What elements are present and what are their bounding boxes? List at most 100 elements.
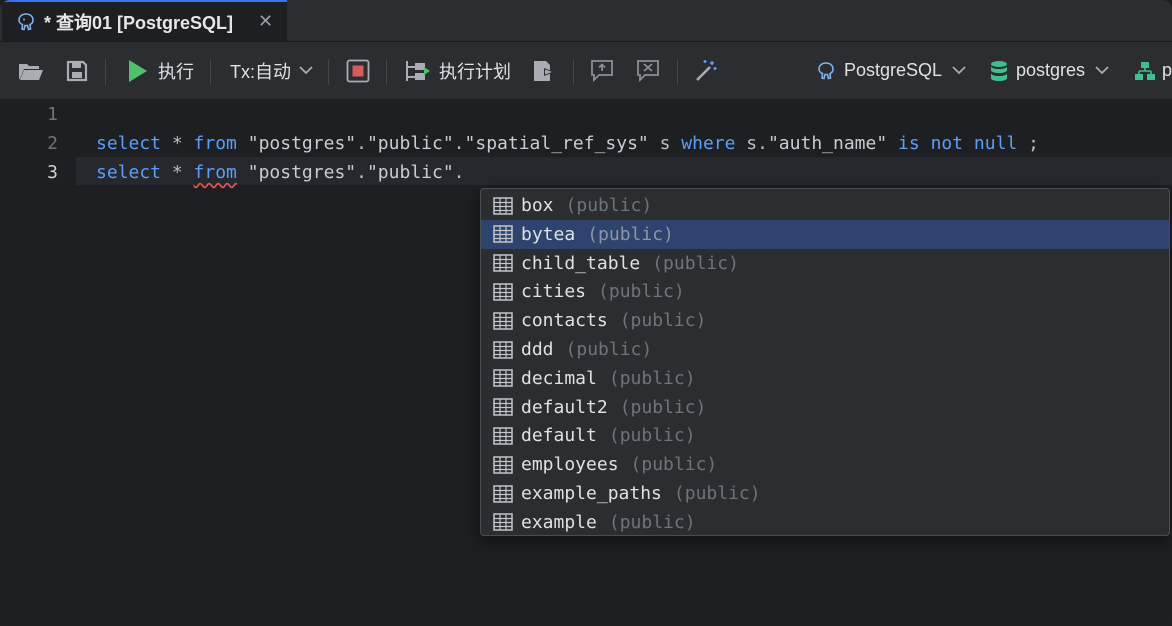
save-icon	[66, 60, 88, 81]
table-icon	[493, 340, 513, 359]
completion-item[interactable]: bytea (public)	[481, 219, 1169, 249]
completion-item-schema: (public)	[565, 339, 653, 360]
completion-item[interactable]: child_table (public)	[481, 249, 1169, 278]
chevron-down-icon	[299, 66, 313, 75]
datasource-selector[interactable]: PostgreSQL	[816, 42, 966, 99]
code-line-3[interactable]: select * from "postgres"."public".	[96, 162, 465, 183]
table-icon	[493, 369, 513, 388]
tx-mode-label: Tx:自动	[230, 61, 291, 82]
table-icon	[493, 484, 513, 503]
datasource-label: PostgreSQL	[844, 60, 943, 80]
completion-item[interactable]: ddd (public)	[481, 335, 1169, 364]
table-icon	[493, 254, 513, 272]
completion-item[interactable]: example (public)	[481, 508, 1169, 535]
completion-item-schema: (public)	[673, 483, 761, 504]
export-button[interactable]	[532, 42, 556, 99]
database-icon	[991, 60, 1007, 81]
completion-item[interactable]: default (public)	[481, 421, 1169, 450]
table-icon	[493, 398, 513, 416]
schema-icon	[1135, 61, 1155, 80]
uncomment-button[interactable]	[636, 42, 660, 99]
completion-item-schema: (public)	[619, 310, 707, 332]
completion-item-name: example_paths	[521, 483, 662, 504]
run-button[interactable]: 执行	[128, 42, 194, 99]
completion-item-schema: (public)	[565, 195, 653, 216]
completion-item-name: default2	[521, 396, 608, 418]
completion-item-name: default	[521, 425, 597, 447]
completion-item[interactable]: employees (public)	[481, 450, 1169, 479]
tab-bar: * 查询01 [PostgreSQL] ✕	[0, 0, 1172, 42]
postgresql-elephant-icon	[818, 61, 834, 79]
table-icon	[493, 311, 513, 330]
table-icon	[493, 455, 513, 474]
run-label: 执行	[158, 61, 194, 82]
toolbar-divider	[328, 59, 329, 85]
toolbar-divider	[677, 59, 678, 85]
line-number: 2	[47, 133, 58, 154]
tab-query01[interactable]: * 查询01 [PostgreSQL] ✕	[2, 0, 287, 41]
query-editor-window: * 查询01 [PostgreSQL] ✕ 执行 Tx:自动 执行计划 Post…	[0, 0, 1172, 626]
folder-open-icon	[19, 63, 43, 80]
execution-plan-icon	[406, 60, 430, 81]
completion-item-schema: (public)	[608, 367, 696, 389]
completion-item-schema: (public)	[630, 454, 718, 476]
completion-item-name: bytea	[521, 223, 576, 245]
open-file-button[interactable]	[18, 42, 44, 99]
toolbar-divider	[210, 59, 211, 85]
completion-item-schema: (public)	[608, 425, 696, 447]
completion-item-schema: (public)	[608, 511, 696, 533]
completion-item-name: decimal	[521, 367, 597, 389]
uncomment-icon	[637, 59, 659, 82]
completion-item[interactable]: contacts (public)	[481, 306, 1169, 335]
completion-item-name: employees	[521, 454, 619, 476]
code-line-2[interactable]: select * from "postgres"."public"."spati…	[96, 133, 1039, 154]
chevron-down-icon	[952, 66, 966, 75]
transaction-mode-dropdown[interactable]: Tx:自动	[230, 42, 313, 99]
completion-item-name: example	[521, 511, 597, 533]
completion-item-schema: (public)	[619, 396, 707, 418]
stop-icon	[346, 59, 370, 82]
completion-item-name: cities	[521, 281, 587, 303]
format-button[interactable]	[694, 42, 718, 99]
tab-title: * 查询01 [PostgreSQL]	[44, 12, 234, 33]
completion-item-schema: (public)	[598, 281, 685, 303]
table-icon	[493, 283, 513, 301]
magic-wand-icon	[696, 59, 717, 81]
line-number: 3	[47, 162, 58, 183]
export-icon	[534, 60, 554, 81]
completion-item-schema: (public)	[587, 223, 674, 245]
comment-button[interactable]	[590, 42, 614, 99]
schema-selector[interactable]: p	[1134, 42, 1172, 99]
toolbar-divider	[105, 59, 106, 85]
line-number: 1	[47, 104, 58, 125]
editor-toolbar: 执行 Tx:自动 执行计划 PostgreSQL postgres p	[0, 42, 1172, 100]
completion-item-name: ddd	[521, 339, 554, 360]
schema-label: p	[1162, 60, 1172, 80]
table-icon	[493, 196, 513, 215]
completion-item-name: child_table	[521, 252, 641, 274]
completion-item[interactable]: decimal (public)	[481, 364, 1169, 393]
explain-plan-label: 执行计划	[439, 61, 511, 82]
database-selector[interactable]: postgres	[990, 42, 1109, 99]
toolbar-divider	[573, 59, 574, 85]
completion-item-schema: (public)	[652, 252, 739, 274]
completion-item-name: box	[521, 195, 554, 216]
explain-plan-button[interactable]: 执行计划	[405, 42, 511, 99]
completion-item-name: contacts	[521, 310, 608, 332]
play-icon	[129, 59, 147, 82]
completion-item[interactable]: example_paths (public)	[481, 479, 1169, 508]
table-icon	[493, 513, 513, 532]
stop-button[interactable]	[346, 42, 370, 99]
chevron-down-icon	[1095, 66, 1109, 75]
database-label: postgres	[1016, 60, 1086, 80]
comment-icon	[591, 59, 613, 82]
autocomplete-popup: box (public) bytea (public) child_table (publ…	[480, 188, 1170, 536]
completion-item[interactable]: cities (public)	[481, 277, 1169, 306]
table-icon	[493, 427, 513, 445]
completion-item[interactable]: box (public)	[481, 191, 1169, 220]
postgresql-elephant-icon	[18, 12, 34, 30]
completion-item[interactable]: default2 (public)	[481, 393, 1169, 422]
toolbar-divider	[386, 59, 387, 85]
close-icon[interactable]: ✕	[258, 11, 273, 32]
save-button[interactable]	[66, 42, 88, 99]
